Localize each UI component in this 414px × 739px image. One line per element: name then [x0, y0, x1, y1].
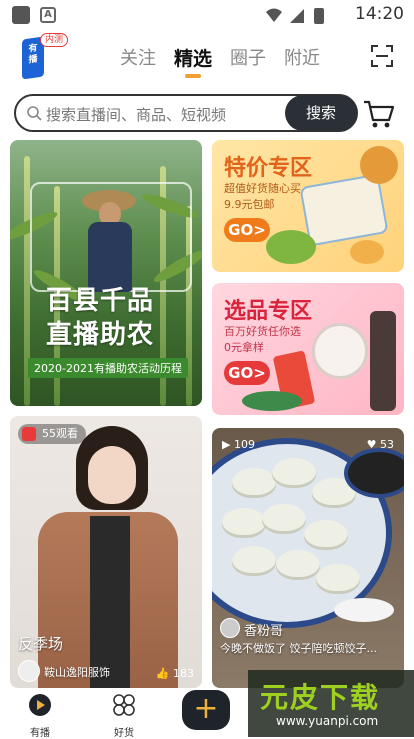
cosmetic-compact — [312, 323, 368, 379]
heart-icon: ♥ — [366, 438, 377, 451]
promo-special-price[interactable]: 特价专区 超值好货随心买 9.9元包邮 GO> — [212, 140, 404, 272]
heart-count: ♥ 53 — [366, 438, 394, 451]
signal-icon — [290, 9, 304, 23]
cosmetic-bottle — [370, 311, 396, 411]
like-count: 👍 183 — [155, 667, 194, 680]
go-button[interactable]: GO> — [224, 218, 270, 242]
search-button[interactable]: 搜索 — [285, 95, 357, 131]
leaf-decoration — [242, 391, 302, 411]
thumb-icon: 👍 — [155, 667, 170, 680]
viewer-count-badge: 55观看 — [18, 424, 86, 444]
promo-title: 选品专区 — [224, 299, 313, 324]
promo-price: 9.9元包邮 — [224, 198, 275, 211]
promo-subtitle: 百万好货任你选 — [224, 325, 301, 338]
video-card[interactable]: ▶ 109 ♥ 53 香粉哥 今晚不做饭了 饺子陪吃顿饺子... — [212, 428, 404, 688]
shop-name: 鞍山逸阳服饰 — [44, 666, 110, 679]
tab-featured[interactable]: 精选 — [174, 44, 212, 78]
search-icon — [27, 106, 42, 121]
play-circle-icon — [29, 694, 51, 716]
cookie — [350, 240, 384, 264]
top-nav: 有播 内测 关注 精选 圈子 附近 — [0, 30, 414, 86]
cookie — [360, 146, 398, 184]
status-bar: A 14:20 — [0, 0, 414, 30]
promo-select-goods[interactable]: 选品专区 百万好货任你选 0元拿样 GO> — [212, 283, 404, 415]
beans-bowl — [266, 230, 316, 264]
farmer-figure — [88, 222, 132, 292]
promo-subtitle: 超值好货随心买 — [224, 182, 301, 195]
avatar[interactable] — [18, 660, 40, 682]
live-title: 反季场 — [18, 635, 64, 653]
status-icons — [266, 8, 324, 24]
watermark: 元皮下载 www.yuanpi.com — [248, 670, 414, 737]
nav-item-live[interactable]: 有播 — [20, 692, 60, 739]
play-count: ▶ 109 — [222, 438, 255, 451]
promo-price: 0元拿样 — [224, 341, 264, 354]
go-button[interactable]: GO> — [224, 361, 270, 385]
create-button[interactable]: + — [182, 690, 230, 730]
wifi-icon — [266, 8, 282, 22]
banner-subtitle: 2020-2021有播助农活动历程 — [28, 358, 188, 378]
beta-badge: 内测 — [40, 33, 69, 47]
search-input[interactable]: 搜索直播间、商品、短视频 — [46, 104, 226, 125]
tab-circle[interactable]: 圈子 — [230, 44, 266, 72]
nav-item-goods[interactable]: 好货 — [104, 692, 144, 739]
battery-icon — [314, 8, 324, 24]
promo-title: 特价专区 — [224, 156, 313, 181]
plus-icon: + — [193, 691, 219, 726]
author-name: 香粉哥 — [244, 624, 284, 639]
clover-icon — [113, 694, 135, 716]
a-app-icon: A — [40, 7, 56, 23]
live-card[interactable]: 55观看 反季场 鞍山逸阳服饰 👍 183 — [10, 416, 202, 688]
search-bar[interactable]: 搜索直播间、商品、短视频 搜索 — [14, 94, 358, 132]
banner-title: 百县千品 直播助农 — [46, 286, 155, 350]
tab-nearby[interactable]: 附近 — [284, 44, 320, 72]
live-icon — [22, 427, 36, 441]
spoon — [334, 598, 394, 622]
scan-icon[interactable] — [370, 44, 394, 68]
tab-follow[interactable]: 关注 — [120, 44, 156, 72]
cart-icon[interactable] — [362, 96, 396, 130]
watermark-logo: 元皮下载 — [260, 681, 381, 714]
notification-icon — [12, 6, 30, 24]
avatar[interactable] — [220, 618, 240, 638]
play-icon: ▶ — [222, 438, 231, 451]
clock: 14:20 — [355, 4, 404, 24]
feed-tabs: 关注 精选 圈子 附近 — [120, 44, 320, 78]
watermark-url: www.yuanpi.com — [276, 714, 379, 728]
cookie-package — [299, 173, 389, 247]
video-caption: 今晚不做饭了 饺子陪吃顿饺子... — [220, 642, 377, 655]
tab-indicator — [185, 74, 201, 78]
streamer-face — [88, 446, 136, 504]
streamer-inner-top — [90, 516, 130, 688]
